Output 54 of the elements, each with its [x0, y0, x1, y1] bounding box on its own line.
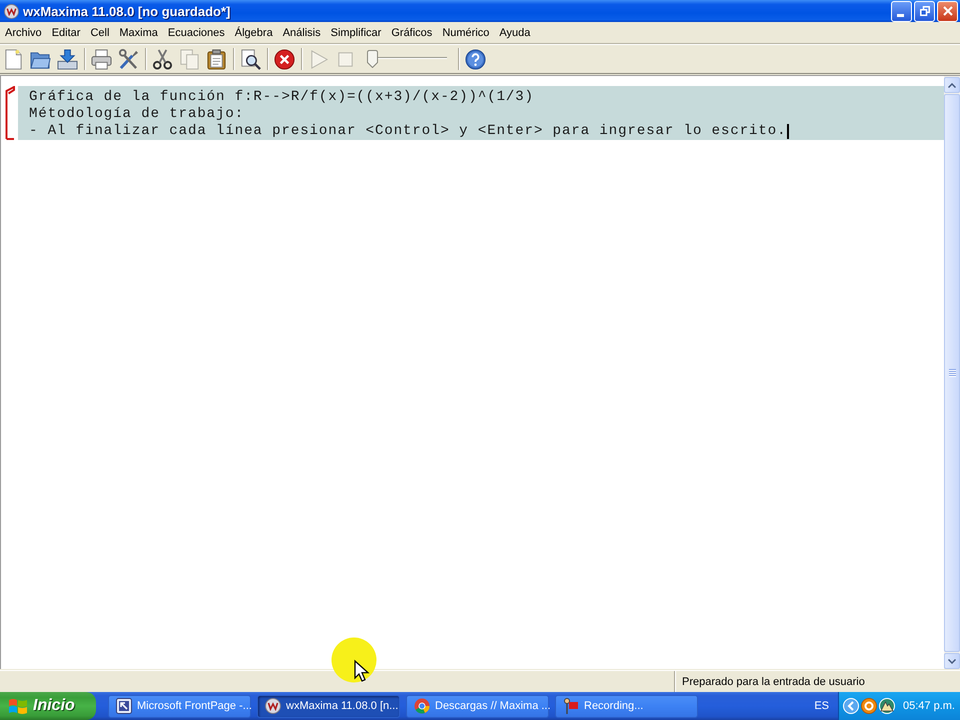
menu-item[interactable]: Ecuaciones: [162, 24, 230, 40]
status-text: Preparado para la entrada de usuario: [682, 676, 865, 688]
menu-item[interactable]: Editar: [46, 24, 86, 40]
restore-icon: [920, 6, 930, 16]
slider-thumb[interactable]: [367, 50, 378, 68]
scroll-up-button[interactable]: [944, 77, 960, 93]
ring-icon[interactable]: [861, 698, 877, 714]
grip-icon: [948, 369, 956, 377]
language-indicator[interactable]: ES: [814, 700, 829, 712]
x-circle-icon: [274, 48, 295, 70]
cell-bracket-icon[interactable]: [5, 86, 15, 140]
menu-item[interactable]: Análisis: [278, 24, 326, 40]
taskbar-button[interactable]: Microsoft FrontPage -...: [108, 694, 251, 718]
scissors-icon: [152, 48, 173, 70]
tray-arrow-icon: [57, 48, 78, 70]
square-arrow-icon: [116, 698, 132, 714]
printer-icon: [91, 48, 112, 70]
menu-item[interactable]: Archivo: [0, 24, 47, 40]
taskbar-button[interactable]: Descargas // Maxima ...: [406, 694, 549, 718]
menu-item[interactable]: Ayuda: [494, 24, 536, 40]
menu-item[interactable]: Cell: [85, 24, 114, 40]
scroll-down-button[interactable]: [944, 653, 960, 669]
clipboard-icon: [206, 48, 227, 70]
cell-text-line: Gráfica de la función f:R-->R/f(x)=((x+3)/(x-2))^(1/3): [29, 89, 534, 106]
copy-pages-icon: [179, 48, 200, 70]
help-icon: [465, 48, 486, 70]
mountain-icon[interactable]: [879, 698, 895, 714]
flag-icon: [563, 698, 579, 714]
minimize-icon: [896, 14, 904, 16]
worksheet[interactable]: Gráfica de la función f:R-->R/f(x)=((x+3)/(x-2))^(1/3) Métodología de trabajo: - Al finalizar cada línea presionar <Control> y <Enter> para ingresar lo escrito.: [0, 75, 960, 669]
menu-item[interactable]: Numérico: [437, 24, 494, 40]
circle-logo-icon: [4, 4, 19, 18]
taskbar-button[interactable]: Recording...: [555, 694, 698, 718]
minimize-button[interactable]: [891, 0, 912, 22]
taskbar-button[interactable]: wxMaxima 11.08.0 [n...: [257, 694, 400, 718]
window-title: wxMaxima 11.08.0 [no guardado*]: [23, 4, 232, 18]
wrench-screwdriver-icon: [118, 48, 139, 70]
windows-flag-icon: [8, 697, 28, 715]
menu-item[interactable]: Álgebra: [230, 24, 278, 40]
chevron-left-icon[interactable]: [843, 698, 859, 714]
close-icon: [942, 6, 952, 16]
search-icon: [240, 48, 261, 70]
colored-ring-icon: [414, 698, 430, 714]
blank-page-icon: [3, 48, 24, 70]
restore-button[interactable]: [914, 0, 935, 22]
circle-logo-icon: [265, 698, 281, 714]
menu-item[interactable]: Simplificar: [326, 24, 386, 40]
text-cell[interactable]: Gráfica de la función f:R-->R/f(x)=((x+3)/(x-2))^(1/3) Métodología de trabajo: - Al finalizar cada línea presionar <Control> y <Enter> para ingresar lo escrito.: [18, 86, 944, 140]
menu-item[interactable]: Maxima: [114, 24, 163, 40]
cell-text-line: Métodología de trabajo:: [29, 106, 244, 123]
close-button[interactable]: [937, 0, 958, 22]
cell-text-line: - Al finalizar cada línea presionar <Control> y <Enter> para ingresar lo escrito.: [29, 123, 786, 140]
menu-item[interactable]: Gráficos: [386, 24, 438, 40]
text-caret-icon: [787, 124, 789, 139]
